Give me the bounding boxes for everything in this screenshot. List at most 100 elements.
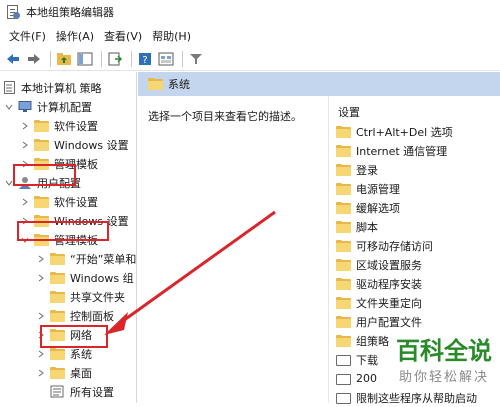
list-item-label: Internet 通信管理 bbox=[356, 144, 448, 158]
help-icon[interactable]: ? bbox=[136, 50, 154, 68]
list-item[interactable]: 组策略 bbox=[336, 331, 389, 350]
window-title: 本地组策略编辑器 bbox=[26, 6, 114, 19]
up-folder-icon[interactable] bbox=[55, 50, 73, 68]
folder-icon bbox=[336, 182, 351, 195]
list-item-label: 200 bbox=[356, 372, 377, 385]
folder-icon bbox=[34, 138, 49, 151]
folder-icon bbox=[336, 144, 351, 157]
chevron-right-icon[interactable] bbox=[36, 368, 46, 378]
policy-document-icon bbox=[4, 81, 16, 94]
list-item[interactable]: Internet 通信管理 bbox=[336, 141, 447, 160]
folder-icon bbox=[336, 258, 351, 271]
chevron-right-icon[interactable] bbox=[36, 254, 46, 264]
properties-sheet-icon[interactable] bbox=[157, 50, 175, 68]
list-item-label: Ctrl+Alt+Del 选项 bbox=[356, 125, 453, 139]
folder-icon bbox=[50, 252, 65, 265]
menu-help[interactable]: 帮助(H) bbox=[147, 28, 196, 44]
chevron-down-icon[interactable] bbox=[4, 102, 14, 112]
tree-item-label: 控制面板 bbox=[70, 309, 114, 323]
show-hide-tree-icon[interactable] bbox=[76, 50, 94, 68]
list-item-label: 缓解选项 bbox=[356, 201, 400, 215]
list-item[interactable]: 区域设置服务 bbox=[336, 255, 422, 274]
list-item-label: 用户配置文件 bbox=[356, 315, 422, 329]
tree-item-start-menu[interactable]: “开始”菜单和 bbox=[36, 249, 136, 268]
forward-arrow-icon[interactable] bbox=[25, 50, 43, 68]
list-item[interactable]: 限制这些程序从帮助启动 bbox=[336, 388, 477, 407]
title-bar: 本地组策略编辑器 bbox=[0, 0, 500, 24]
setting-page-icon bbox=[336, 354, 351, 366]
toolbar-separator bbox=[101, 50, 102, 67]
list-item[interactable]: 登录 bbox=[336, 160, 378, 179]
tree-item-cc-windows-settings[interactable]: Windows 设置 bbox=[20, 135, 129, 154]
folder-icon bbox=[336, 220, 351, 233]
description-text: 选择一个项目来查看它的描述。 bbox=[148, 110, 302, 123]
tree-item-label: 共享文件夹 bbox=[70, 290, 125, 304]
tree-item-all-settings[interactable]: 所有设置 bbox=[50, 382, 114, 401]
chevron-right-icon[interactable] bbox=[20, 121, 30, 131]
tree-item-computer-config[interactable]: 计算机配置 bbox=[4, 97, 92, 116]
list-item[interactable]: 电源管理 bbox=[336, 179, 400, 198]
highlight-admin-templates bbox=[17, 221, 109, 241]
toolbar: ? bbox=[0, 47, 500, 71]
tree-item-label: 软件设置 bbox=[54, 119, 98, 133]
tree-root[interactable]: 本地计算机 策略 bbox=[4, 78, 102, 97]
folder-icon bbox=[336, 163, 351, 176]
watermark: 百科全说 助你轻松解决 bbox=[396, 331, 492, 385]
computer-icon bbox=[18, 100, 32, 113]
chevron-right-icon[interactable] bbox=[36, 311, 46, 321]
list-item[interactable]: 缓解选项 bbox=[336, 198, 400, 217]
watermark-title: 百科全说 bbox=[396, 337, 492, 365]
list-item-label: 登录 bbox=[356, 163, 378, 177]
folder-icon bbox=[336, 239, 351, 252]
settings-list-icon bbox=[50, 385, 65, 398]
tree-item-label: Windows 组 bbox=[70, 271, 134, 285]
tree-item-label: 计算机配置 bbox=[37, 100, 92, 114]
folder-icon bbox=[50, 366, 65, 379]
list-item[interactable]: 下载 bbox=[336, 350, 378, 369]
folder-icon bbox=[50, 347, 65, 360]
list-item-label: 驱动程序安装 bbox=[356, 277, 422, 291]
menu-file[interactable]: 文件(F) bbox=[4, 28, 51, 44]
column-header-setting[interactable]: 设置 bbox=[338, 104, 360, 120]
list-item[interactable]: 脚本 bbox=[336, 217, 378, 236]
setting-page-icon bbox=[336, 392, 351, 404]
policy-editor-icon bbox=[6, 5, 20, 19]
filter-icon[interactable] bbox=[187, 50, 205, 68]
pane-divider bbox=[328, 96, 329, 403]
toolbar-separator bbox=[131, 50, 132, 67]
chevron-right-icon[interactable] bbox=[36, 273, 46, 283]
list-item[interactable]: Ctrl+Alt+Del 选项 bbox=[336, 122, 453, 141]
export-list-icon[interactable] bbox=[106, 50, 124, 68]
content-header-title: 系统 bbox=[168, 78, 190, 91]
chevron-right-icon[interactable] bbox=[20, 197, 30, 207]
back-arrow-icon[interactable] bbox=[4, 50, 22, 68]
menu-view[interactable]: 查看(V) bbox=[99, 28, 147, 44]
tree-item-cc-software-settings[interactable]: 软件设置 bbox=[20, 116, 98, 135]
chevron-right-icon[interactable] bbox=[36, 349, 46, 359]
tree-item-label: 桌面 bbox=[70, 366, 92, 380]
folder-icon bbox=[34, 195, 49, 208]
tree-root-label: 本地计算机 策略 bbox=[21, 81, 102, 95]
list-item-label: 区域设置服务 bbox=[356, 258, 422, 272]
list-item[interactable]: 可移动存储访问 bbox=[336, 236, 433, 255]
folder-icon bbox=[336, 277, 351, 290]
list-item-label: 组策略 bbox=[356, 334, 389, 348]
tree-item-desktop[interactable]: 桌面 bbox=[36, 363, 92, 382]
tree-item-shared-folders[interactable]: 共享文件夹 bbox=[50, 287, 125, 306]
chevron-right-icon[interactable] bbox=[20, 140, 30, 150]
menu-action[interactable]: 操作(A) bbox=[51, 28, 99, 44]
list-item-label: 下载 bbox=[356, 353, 378, 367]
tree-item-control-panel[interactable]: 控制面板 bbox=[36, 306, 114, 325]
list-item[interactable]: 200 bbox=[336, 369, 377, 388]
list-item-label: 可移动存储访问 bbox=[356, 239, 433, 253]
tree-item-windows-components[interactable]: Windows 组 bbox=[36, 268, 134, 287]
folder-icon bbox=[50, 309, 65, 322]
tree-item-label: “开始”菜单和 bbox=[70, 252, 137, 266]
folder-icon bbox=[34, 119, 49, 132]
folder-icon bbox=[50, 271, 65, 284]
list-item[interactable]: 用户配置文件 bbox=[336, 312, 422, 331]
list-item[interactable]: 驱动程序安装 bbox=[336, 274, 422, 293]
list-item[interactable]: 文件夹重定向 bbox=[336, 293, 422, 312]
tree-item-uc-software-settings[interactable]: 软件设置 bbox=[20, 192, 98, 211]
tree-item-label: 软件设置 bbox=[54, 195, 98, 209]
